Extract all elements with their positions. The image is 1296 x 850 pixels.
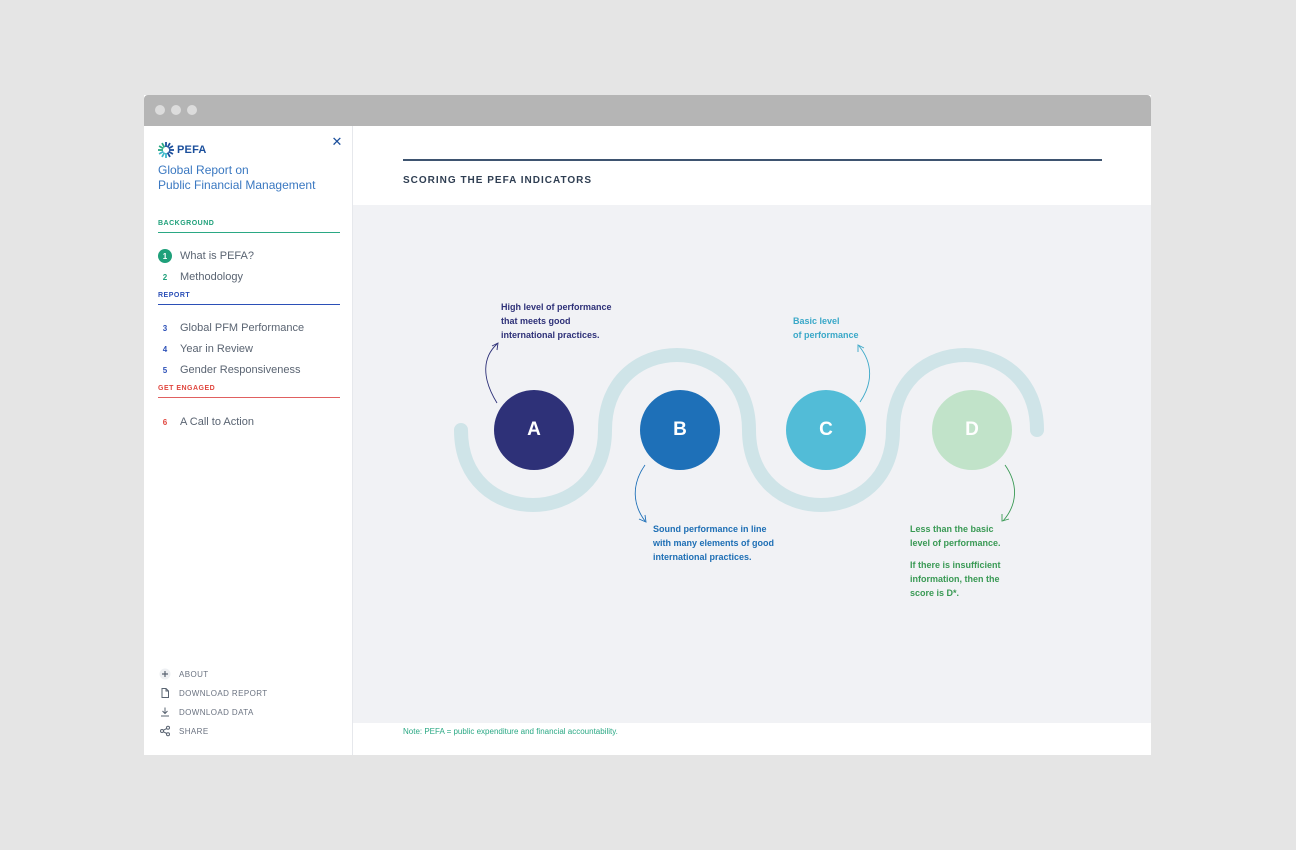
nav-item-global-pfm-performance[interactable]: 3 Global PFM Performance [158, 320, 304, 336]
window-dot-icon[interactable] [171, 105, 181, 115]
page-title: SCORING THE PEFA INDICATORS [403, 175, 593, 186]
footer-label: DOWNLOAD DATA [179, 707, 254, 717]
desc-spacer [910, 550, 1001, 558]
plus-icon [158, 667, 172, 681]
nav-number: 6 [162, 417, 168, 427]
report-title: Global Report on Public Financial Manage… [158, 163, 343, 192]
score-c-description: Basic level of performance [793, 314, 859, 342]
desc-line: Basic level [793, 316, 840, 326]
desc-line: Less than the basic [910, 524, 994, 534]
desc-line: High level of performance [501, 302, 612, 312]
window-dot-icon[interactable] [155, 105, 165, 115]
scoring-diagram: A B C D High level of performance that m… [353, 205, 1151, 723]
nav-label: Year in Review [180, 343, 253, 355]
score-b-description: Sound performance in line with many elem… [653, 522, 774, 564]
close-icon[interactable]: ✕ [330, 135, 344, 149]
footer-share[interactable]: SHARE [158, 724, 209, 738]
report-title-line: Global Report on [158, 163, 249, 177]
window-titlebar [144, 95, 1151, 126]
nav-label: Gender Responsiveness [180, 364, 301, 376]
score-b-circle[interactable]: B [640, 390, 720, 470]
nav-number: 3 [162, 323, 168, 333]
arrow-b-icon [634, 464, 646, 522]
score-c-circle[interactable]: C [786, 390, 866, 470]
arrow-d-icon [1002, 464, 1015, 522]
desc-line: Sound performance in line [653, 524, 767, 534]
nav-number: 5 [162, 365, 168, 375]
logo-text: PEFA [177, 144, 207, 156]
wave-path [454, 342, 1044, 523]
desc-line: with many elements of good [653, 538, 775, 548]
nav-number: 2 [162, 272, 168, 282]
nav-item-year-in-review[interactable]: 4 Year in Review [158, 341, 253, 357]
arrow-c-icon [858, 345, 870, 403]
section-report: REPORT [158, 292, 340, 305]
sidebar: PEFA ✕ Global Report on Public Financial… [144, 126, 353, 755]
footer-download-data[interactable]: DOWNLOAD DATA [158, 705, 254, 719]
nav-label: Methodology [180, 271, 243, 283]
footnote: Note: PEFA = public expenditure and fina… [403, 727, 618, 736]
document-icon [158, 686, 172, 700]
header-rule [403, 159, 1102, 161]
nav-item-methodology[interactable]: 2 Methodology [158, 269, 243, 285]
arrow-a-icon [485, 343, 498, 404]
nav-label: What is PEFA? [180, 250, 254, 262]
download-icon [158, 705, 172, 719]
window-dot-icon[interactable] [187, 105, 197, 115]
desc-line: international practices. [501, 330, 600, 340]
section-background: BACKGROUND [158, 220, 340, 233]
share-icon [158, 724, 172, 738]
score-a-description: High level of performance that meets goo… [501, 300, 612, 342]
nav-number: 4 [162, 344, 168, 354]
footer-label: ABOUT [179, 669, 209, 679]
nav-item-gender-responsiveness[interactable]: 5 Gender Responsiveness [158, 362, 301, 378]
score-d-circle[interactable]: D [932, 390, 1012, 470]
nav-item-call-to-action[interactable]: 6 A Call to Action [158, 414, 254, 430]
report-title-line: Public Financial Management [158, 177, 316, 192]
nav-number-badge: 1 [158, 249, 172, 263]
nav-item-what-is-pefa[interactable]: 1 What is PEFA? [158, 248, 254, 264]
desc-line: If there is insufficient [910, 560, 1001, 570]
desc-line: that meets good [501, 316, 571, 326]
section-get-engaged: GET ENGAGED [158, 385, 340, 398]
nav-label: Global PFM Performance [180, 322, 305, 334]
desc-line: information, then the [910, 574, 1000, 584]
pefa-logo[interactable]: PEFA [158, 142, 207, 158]
desc-line: score is D*. [910, 588, 960, 598]
desc-line: of performance [793, 330, 859, 340]
score-a-circle[interactable]: A [494, 390, 574, 470]
footer-label: DOWNLOAD REPORT [179, 688, 268, 698]
score-d-description: Less than the basic level of performance… [910, 522, 1001, 600]
desc-line: level of performance. [910, 538, 1001, 548]
footer-about[interactable]: ABOUT [158, 667, 209, 681]
footer-download-report[interactable]: DOWNLOAD REPORT [158, 686, 268, 700]
pefa-star-icon [158, 142, 174, 158]
desc-line: international practices. [653, 552, 752, 562]
footer-label: SHARE [179, 726, 209, 736]
browser-window: PEFA ✕ Global Report on Public Financial… [144, 95, 1151, 755]
main-content: SCORING THE PEFA INDICATORS A B C D High… [353, 126, 1151, 755]
nav-label: A Call to Action [180, 416, 254, 428]
